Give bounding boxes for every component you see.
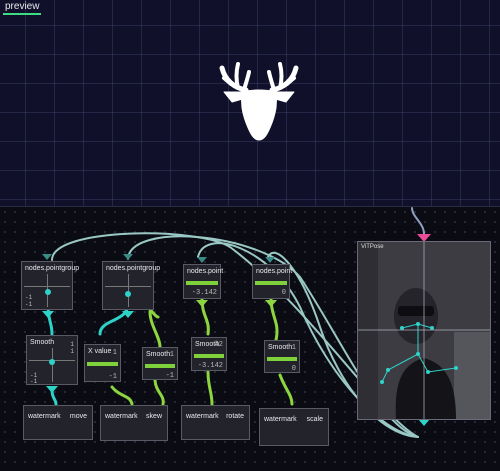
tab-preview[interactable]: preview: [3, 1, 42, 15]
slider-bar[interactable]: [267, 357, 297, 361]
output-pin[interactable]: [197, 257, 207, 263]
node-smooth-1[interactable]: Smooth 1 1 -1 -1: [26, 335, 78, 385]
value-label: 42: [214, 341, 223, 349]
node-vitpose[interactable]: ViTPose: [357, 241, 491, 420]
value-label: 1: [169, 351, 174, 359]
node-title: nodes.point: [187, 268, 224, 275]
output-pin[interactable]: [46, 386, 58, 393]
axis-horizontal: [24, 285, 70, 287]
axis-horizontal: [105, 285, 151, 287]
webcam-feed: [358, 242, 490, 419]
point-handle[interactable]: [49, 359, 55, 365]
node-title: watermark: [28, 413, 61, 420]
node-title: Smooth: [268, 344, 293, 351]
slider-bar[interactable]: [255, 281, 287, 285]
output-pin[interactable]: [265, 300, 277, 307]
node-title: watermark: [186, 413, 219, 420]
node-title: nodes.point: [256, 268, 293, 275]
node-title: X value: [88, 348, 112, 355]
node-title: watermark: [105, 413, 138, 420]
node-title: Smooth: [30, 339, 55, 346]
node-watermark-move[interactable]: watermark move: [23, 405, 93, 440]
node-pointgroup-2[interactable]: nodes.pointgroup: [102, 261, 160, 310]
value-label: -1: [108, 373, 117, 381]
value-label: -1: [30, 378, 38, 385]
node-point-2[interactable]: nodes.point 0: [252, 264, 293, 299]
value-label: -1: [25, 301, 33, 308]
slider-bar[interactable]: [145, 364, 175, 368]
value-label: -1: [165, 372, 174, 380]
node-x-value[interactable]: X value 1 -1: [84, 344, 121, 382]
value-label: 1: [70, 341, 74, 348]
output-pin[interactable]: [265, 257, 275, 263]
preview-panel: preview: [0, 0, 500, 207]
node-title: nodes.pointgroup: [25, 265, 80, 272]
value-label: 0: [281, 289, 286, 297]
node-title: watermark: [264, 416, 297, 423]
slider-bar[interactable]: [186, 281, 218, 285]
output-pin[interactable]: [123, 254, 133, 260]
output-pin[interactable]: [42, 254, 52, 260]
node-watermark-skew[interactable]: watermark skew: [100, 405, 168, 441]
value-label: -1: [25, 294, 33, 301]
point-handle[interactable]: [125, 291, 131, 297]
value-label: 1: [112, 349, 117, 357]
output-pin[interactable]: [196, 300, 208, 307]
node-title: nodes.pointgroup: [106, 265, 161, 272]
output-pin[interactable]: [42, 311, 54, 318]
node-pointgroup-1[interactable]: nodes.pointgroup -1 -1: [21, 261, 79, 310]
node-watermark-rotate[interactable]: watermark rotate: [181, 405, 250, 440]
node-point-1[interactable]: nodes.point -3.142: [183, 264, 224, 299]
watermark-action: rotate: [226, 413, 244, 420]
axis-vertical: [52, 348, 53, 382]
point-handle[interactable]: [45, 289, 51, 295]
watermark-action: scale: [306, 416, 323, 423]
value-label: 0: [291, 365, 296, 373]
watermark-action: skew: [146, 413, 162, 420]
value-label: -3.142: [191, 289, 217, 297]
deer-head-icon: [219, 62, 299, 141]
value-label: 1: [291, 344, 296, 352]
slider-bar[interactable]: [87, 362, 118, 366]
node-smooth-3[interactable]: Smooth 42 -3.142: [191, 337, 227, 371]
node-watermark-scale[interactable]: watermark scale: [259, 408, 329, 446]
node-title: ViTPose: [361, 244, 384, 250]
value-label: 1: [70, 348, 74, 355]
output-pin[interactable]: [122, 311, 134, 318]
value-label: -3.142: [197, 362, 223, 370]
node-title: Smooth: [146, 351, 171, 358]
node-smooth-4[interactable]: Smooth 1 0: [264, 340, 300, 373]
node-smooth-2[interactable]: Smooth 1 -1: [142, 347, 178, 380]
watermark-action: move: [69, 413, 87, 420]
slider-bar[interactable]: [194, 354, 224, 358]
node-graph-canvas[interactable]: nodes.pointgroup -1 -1 nodes.pointgroup …: [0, 207, 500, 471]
